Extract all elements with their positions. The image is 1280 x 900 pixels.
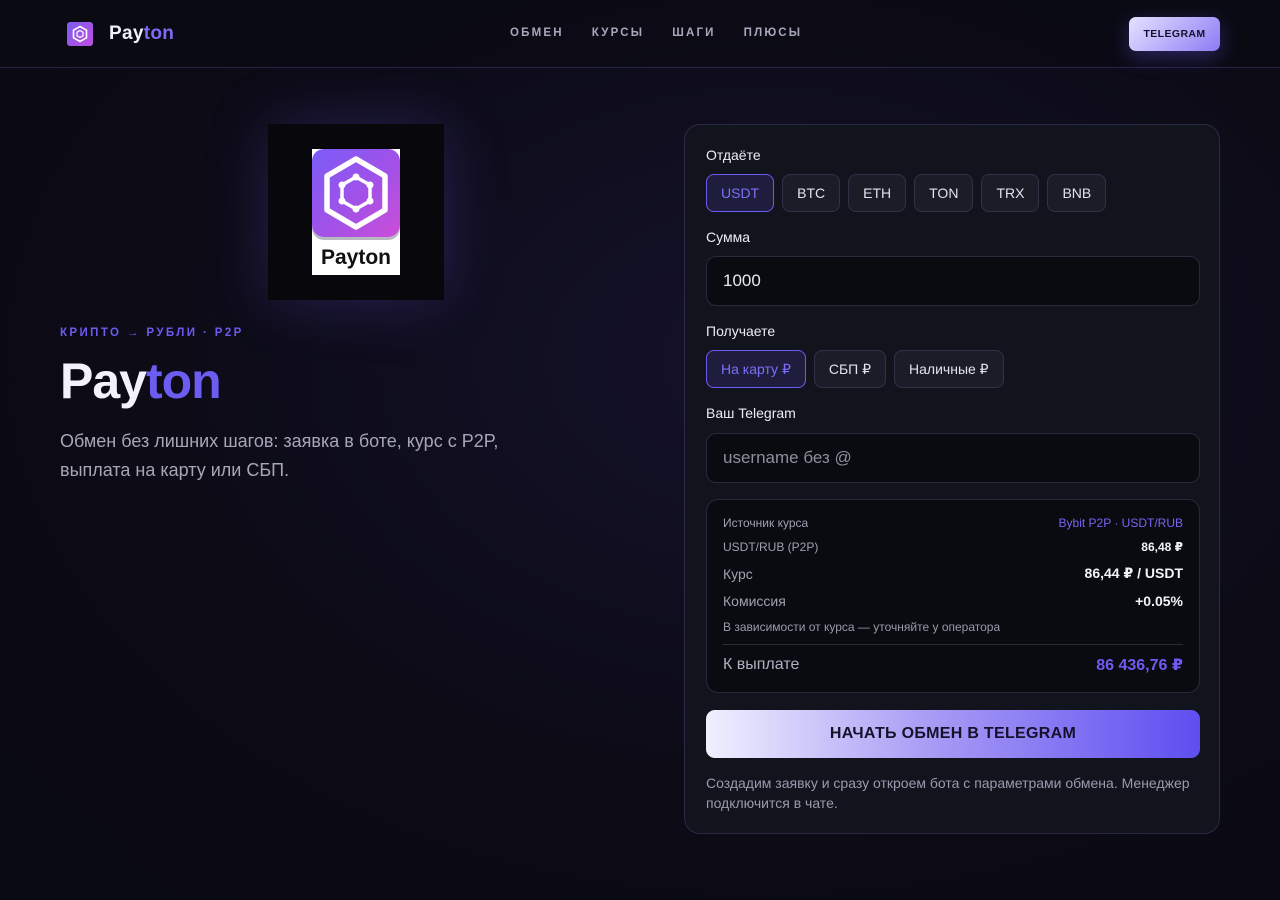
hero-title-part-a: Pay	[60, 353, 147, 409]
hero-subtitle: Обмен без лишних шагов: заявка в боте, к…	[60, 431, 499, 480]
brand-name[interactable]: Payton	[109, 23, 174, 45]
telegram-header-button[interactable]: TELEGRAM	[1129, 17, 1220, 51]
give-currency-options: USDT BTC ETH TON TRX BNB	[706, 174, 1114, 212]
hero-title: Payton	[60, 352, 222, 410]
receive-option-card[interactable]: На карту ₽	[706, 350, 806, 388]
hexagon-logo-icon	[312, 149, 400, 237]
telegram-username-input[interactable]	[706, 433, 1200, 483]
hero-eyebrow: КРИПТО → РУБЛИ · P2P	[60, 327, 244, 339]
hero-logo-label: Payton	[320, 246, 391, 269]
nav-link-benefits[interactable]: ПЛЮСЫ	[744, 27, 803, 39]
summary-row-payout: К выплате 86 436,76 ₽	[723, 655, 1183, 675]
pair-value: 86,48 ₽	[1141, 540, 1183, 554]
exchange-footnote: Создадим заявку и сразу откроем бота с п…	[706, 775, 1190, 811]
nav-link-steps[interactable]: ШАГИ	[672, 27, 715, 39]
currency-option-usdt[interactable]: USDT	[706, 174, 775, 212]
currency-option-trx[interactable]: TRX	[981, 174, 1040, 212]
nav-link-exchange[interactable]: ОБМЕН	[510, 27, 564, 39]
summary-row-source: Источник курса Bybit P2P · USDT/RUB	[723, 516, 1183, 530]
rate-value: 86,44 ₽ / USDT	[1084, 565, 1183, 581]
payout-value: 86 436,76 ₽	[1096, 657, 1183, 674]
receive-option-sbp[interactable]: СБП ₽	[813, 350, 887, 388]
rate-summary: Источник курса Bybit P2P · USDT/RUB USDT…	[706, 499, 1200, 693]
source-link[interactable]: Bybit P2P · USDT/RUB	[1059, 516, 1183, 530]
brand-name-part-b: ton	[143, 23, 175, 44]
fee-value: +0.05%	[1135, 593, 1183, 609]
pair-key: USDT/RUB (P2P)	[723, 540, 819, 554]
exchange-panel: Отдаёте USDT BTC ETH TON TRX BNB Сумма П…	[684, 124, 1220, 834]
summary-row-fee: Комиссия +0.05%	[723, 593, 1183, 609]
receive-label: Получаете	[706, 323, 776, 339]
hexagon-logo-icon[interactable]	[67, 22, 93, 46]
amount-label: Сумма	[706, 229, 750, 245]
fee-key: Комиссия	[723, 593, 786, 609]
nav-link-rates[interactable]: КУРСЫ	[592, 27, 644, 39]
hero-title-part-b: ton	[145, 353, 222, 409]
summary-divider	[723, 644, 1183, 645]
site-header: Payton ОБМЕН КУРСЫ ШАГИ ПЛЮСЫ TELEGRAM	[0, 0, 1280, 68]
currency-option-btc[interactable]: BTC	[782, 174, 841, 212]
hero-logo-image: Payton	[268, 124, 444, 300]
main-nav: ОБМЕН КУРСЫ ШАГИ ПЛЮСЫ	[510, 27, 830, 39]
summary-row-pair: USDT/RUB (P2P) 86,48 ₽	[723, 540, 1183, 554]
currency-option-bnb[interactable]: BNB	[1047, 174, 1107, 212]
fee-note: В зависимости от курса — уточняйте у опе…	[723, 620, 1001, 634]
payout-key: К выплате	[723, 656, 800, 673]
summary-row-rate: Курс 86,44 ₽ / USDT	[723, 565, 1183, 582]
amount-input[interactable]	[706, 256, 1200, 306]
start-exchange-button[interactable]: НАЧАТЬ ОБМЕН В TELEGRAM	[706, 710, 1200, 758]
currency-option-ton[interactable]: TON	[914, 174, 974, 212]
rate-key: Курс	[723, 565, 753, 582]
hero-logo-card: Payton	[312, 149, 400, 275]
receive-method-options: На карту ₽ СБП ₽ Наличные ₽	[706, 350, 1012, 388]
source-key: Источник курса	[723, 516, 809, 530]
brand-name-part-a: Pay	[109, 23, 144, 44]
currency-option-eth[interactable]: ETH	[848, 174, 907, 212]
receive-option-cash[interactable]: Наличные ₽	[894, 350, 1004, 388]
give-label: Отдаёте	[706, 147, 761, 163]
telegram-label: Ваш Telegram	[706, 405, 796, 421]
